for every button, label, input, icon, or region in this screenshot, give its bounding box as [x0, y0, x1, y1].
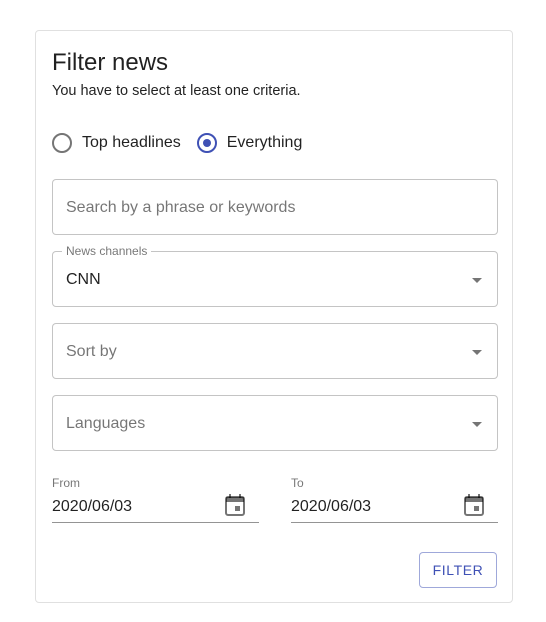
- to-date-value: 2020/06/03: [291, 498, 372, 515]
- to-date-field[interactable]: To 2020/06/03: [291, 476, 498, 523]
- news-channels-label: News channels: [62, 244, 152, 258]
- chevron-down-icon: [472, 278, 482, 283]
- news-channels-value: CNN: [66, 271, 101, 288]
- sort-by-select[interactable]: Sort by: [52, 323, 498, 379]
- sort-by-placeholder: Sort by: [66, 343, 117, 360]
- from-date-field[interactable]: From 2020/06/03: [52, 476, 259, 523]
- radio-unchecked-icon: [52, 133, 72, 153]
- chevron-down-icon: [472, 350, 482, 355]
- radio-top-headlines[interactable]: Top headlines: [52, 133, 181, 153]
- languages-placeholder: Languages: [66, 415, 146, 432]
- search-input-placeholder: Search by a phrase or keywords: [66, 199, 296, 216]
- news-channels-select[interactable]: News channels CNN: [52, 244, 498, 307]
- search-mode-radio-group: Top headlines Everything: [52, 131, 302, 155]
- search-input[interactable]: Search by a phrase or keywords: [52, 179, 498, 235]
- radio-everything[interactable]: Everything: [196, 133, 303, 153]
- radio-top-headlines-label: Top headlines: [82, 134, 181, 151]
- from-date-value: 2020/06/03: [52, 498, 133, 515]
- chevron-down-icon: [472, 422, 482, 427]
- languages-select[interactable]: Languages: [52, 395, 498, 451]
- calendar-icon[interactable]: [225, 494, 245, 516]
- from-date-label: From: [52, 476, 80, 490]
- radio-everything-label: Everything: [226, 134, 303, 151]
- to-date-label: To: [291, 476, 304, 490]
- radio-checked-icon: [196, 133, 217, 153]
- filter-button[interactable]: FILTER: [419, 552, 497, 588]
- form-subtitle: You have to select at least one criteria…: [52, 83, 301, 99]
- calendar-icon[interactable]: [464, 494, 484, 516]
- filter-news-card: Filter news You have to select at least …: [35, 30, 513, 603]
- page-title: Filter news: [52, 49, 169, 76]
